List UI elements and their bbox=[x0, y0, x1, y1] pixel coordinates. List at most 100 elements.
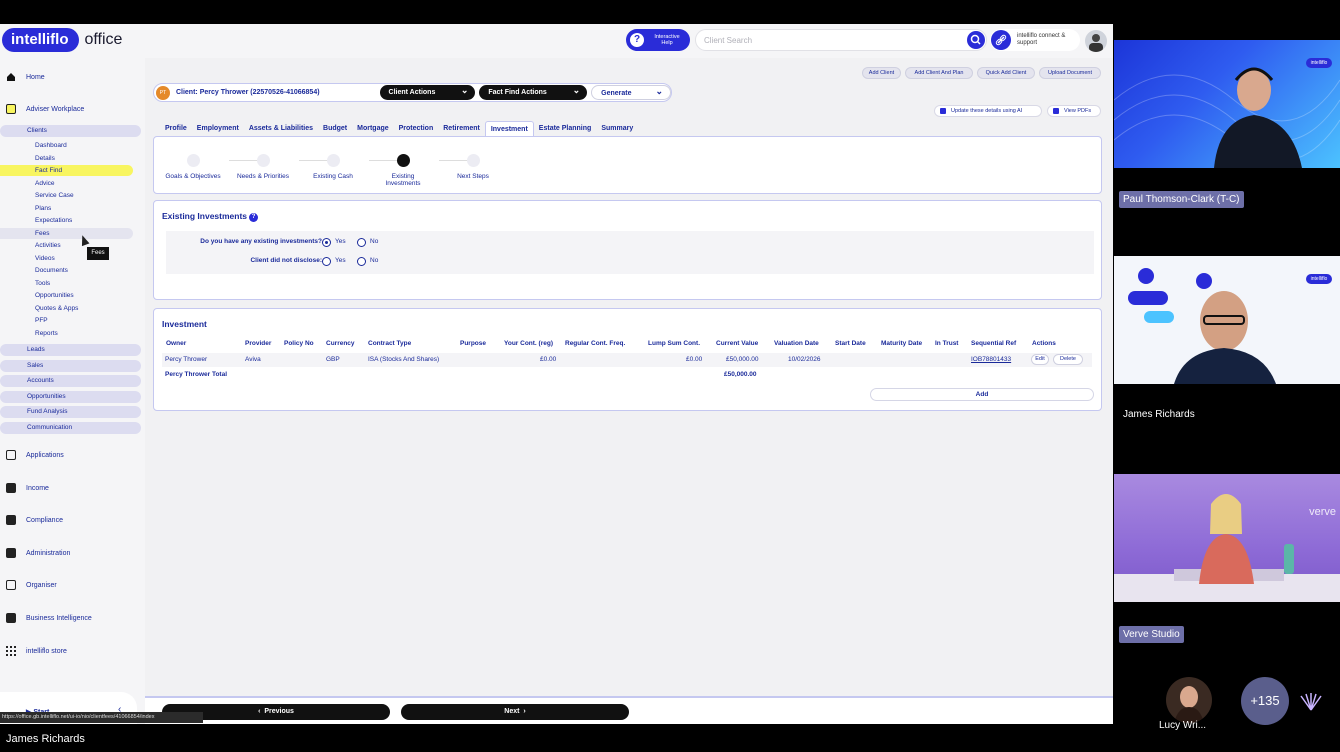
sidebar-section-opportunities[interactable]: Opportunities bbox=[0, 391, 141, 403]
sidebar-section-fund-analysis[interactable]: Fund Analysis bbox=[0, 406, 141, 418]
sequential-ref-link[interactable]: IOB78801433 bbox=[971, 356, 1011, 363]
help-icon[interactable]: ? bbox=[249, 213, 259, 222]
sidebar-item-applications[interactable]: Applications bbox=[0, 445, 64, 465]
sidebar-label: Income bbox=[26, 484, 49, 492]
sidebar-sub-reports[interactable]: Reports bbox=[0, 328, 133, 339]
intelliflo-logo[interactable]: intelliflo office bbox=[2, 28, 122, 52]
sidebar-section-communication[interactable]: Communication bbox=[0, 422, 141, 434]
more-participants-button[interactable]: +135 bbox=[1241, 677, 1289, 725]
delete-button[interactable]: Delete bbox=[1053, 354, 1083, 365]
sidebar-item-store[interactable]: intelliflo store bbox=[0, 641, 67, 661]
sidebar-item-adviser-workplace[interactable]: Adviser Workplace bbox=[0, 99, 84, 119]
client-actions-dropdown[interactable]: Client Actions bbox=[379, 83, 476, 100]
sidebar-item-organiser[interactable]: Organiser bbox=[0, 575, 57, 595]
sidebar-sub-fact-find[interactable]: Fact Find bbox=[0, 165, 133, 176]
sidebar-sub-advice[interactable]: Advice bbox=[0, 178, 133, 189]
verve-logo-icon bbox=[1296, 692, 1326, 712]
step-existing-investments[interactable]: Existing Investments bbox=[368, 154, 438, 187]
view-pdfs-button[interactable]: View PDFs bbox=[1047, 105, 1101, 117]
tab-summary[interactable]: Summary bbox=[596, 121, 638, 136]
step-next-steps[interactable]: Next Steps bbox=[438, 154, 508, 180]
col-header: Purpose bbox=[460, 340, 487, 347]
sidebar-section-clients[interactable]: Clients bbox=[0, 125, 141, 137]
no-label: No bbox=[370, 257, 379, 264]
question-label: Client did not disclose: bbox=[250, 257, 322, 264]
sidebar-label: Organiser bbox=[26, 581, 57, 589]
question-panel: Do you have any existing investments? Ye… bbox=[166, 231, 1094, 274]
sidebar-item-home[interactable]: Home bbox=[0, 67, 45, 87]
sidebar-sub-quotes-apps[interactable]: Quotes & Apps bbox=[0, 303, 133, 314]
sidebar-item-business-intelligence[interactable]: Business Intelligence bbox=[0, 608, 92, 628]
update-details-ai-button[interactable]: Update these details using AI bbox=[934, 105, 1042, 117]
sidebar-sub-expectations[interactable]: Expectations bbox=[0, 215, 133, 226]
tab-budget[interactable]: Budget bbox=[318, 121, 352, 136]
cell-your-cont: £0.00 bbox=[540, 356, 557, 363]
client-search-input[interactable]: Client Search bbox=[695, 29, 987, 51]
investment-card: Investment Owner Provider Policy No Curr… bbox=[153, 308, 1102, 411]
sidebar-sub-pfp[interactable]: PFP bbox=[0, 315, 133, 326]
workplace-icon bbox=[6, 104, 16, 114]
sidebar-section-accounts[interactable]: Accounts bbox=[0, 375, 141, 387]
sidebar-sub-videos[interactable]: Videos bbox=[0, 253, 133, 264]
participant-video-verve bbox=[1114, 494, 1340, 602]
fact-find-tabs: Profile Employment Assets & Liabilities … bbox=[160, 121, 638, 136]
tab-profile[interactable]: Profile bbox=[160, 121, 192, 136]
tab-mortgage[interactable]: Mortgage bbox=[352, 121, 394, 136]
sidebar-item-income[interactable]: Income bbox=[0, 478, 49, 498]
video-tile-james[interactable]: intelliflo bbox=[1114, 256, 1340, 384]
search-icon[interactable] bbox=[967, 31, 985, 49]
step-goals-objectives[interactable]: Goals & Objectives bbox=[158, 154, 228, 180]
quick-add-client-button[interactable]: Quick Add Client bbox=[977, 67, 1035, 79]
tab-protection[interactable]: Protection bbox=[394, 121, 439, 136]
sidebar-sub-dashboard[interactable]: Dashboard bbox=[0, 140, 133, 151]
interactive-help-button[interactable]: ? Interactive Help bbox=[626, 29, 690, 51]
yes-radio[interactable] bbox=[322, 257, 331, 266]
add-client-and-plan-button[interactable]: Add Client And Plan bbox=[905, 67, 973, 79]
user-avatar[interactable] bbox=[1085, 30, 1107, 52]
tab-estate-planning[interactable]: Estate Planning bbox=[534, 121, 597, 136]
video-tile-paul[interactable]: intelliflo bbox=[1114, 40, 1340, 168]
generate-dropdown[interactable]: Generate bbox=[591, 84, 671, 100]
sidebar-sub-documents[interactable]: Documents bbox=[0, 265, 133, 276]
yes-radio[interactable] bbox=[322, 238, 331, 247]
next-button[interactable]: Next › bbox=[401, 704, 629, 720]
sidebar-sub-opportunities[interactable]: Opportunities bbox=[0, 290, 133, 301]
tab-assets-liabilities[interactable]: Assets & Liabilities bbox=[244, 121, 318, 136]
sidebar-section-leads[interactable]: Leads bbox=[0, 344, 141, 356]
step-needs-priorities[interactable]: Needs & Priorities bbox=[228, 154, 298, 180]
no-radio[interactable] bbox=[357, 238, 366, 247]
sidebar-sub-fees[interactable]: Fees bbox=[0, 228, 133, 239]
fact-find-actions-dropdown[interactable]: Fact Find Actions bbox=[479, 83, 588, 100]
sidebar-item-administration[interactable]: Administration bbox=[0, 543, 70, 563]
step-existing-cash[interactable]: Existing Cash bbox=[298, 154, 368, 180]
no-radio[interactable] bbox=[357, 257, 366, 266]
home-icon bbox=[7, 73, 15, 81]
sidebar-sub-activities[interactable]: Activities bbox=[0, 240, 133, 251]
tab-retirement[interactable]: Retirement bbox=[438, 121, 485, 136]
upload-document-button[interactable]: Upload Document bbox=[1039, 67, 1101, 79]
sidebar-item-compliance[interactable]: Compliance bbox=[0, 510, 63, 530]
sidebar-sub-service-case[interactable]: Service Case bbox=[0, 190, 133, 201]
existing-investments-card: Existing Investments? Do you have any ex… bbox=[153, 200, 1102, 300]
client-selector[interactable]: Client: Percy Thrower (22570526-41066854… bbox=[176, 89, 376, 96]
cell-currency: GBP bbox=[326, 356, 340, 363]
col-header: Lump Sum Cont. bbox=[648, 340, 700, 347]
total-label: Percy Thrower Total bbox=[165, 371, 228, 378]
participant-avatar-lucy[interactable] bbox=[1166, 677, 1212, 723]
sidebar-sub-tools[interactable]: Tools bbox=[0, 278, 133, 289]
video-tile-verve[interactable]: verve bbox=[1114, 474, 1340, 602]
sidebar-sub-details[interactable]: Details bbox=[0, 153, 133, 164]
sidebar-sub-plans[interactable]: Plans bbox=[0, 203, 133, 214]
add-investment-button[interactable]: Add bbox=[870, 388, 1094, 401]
add-client-button[interactable]: Add Client bbox=[862, 67, 901, 79]
folder-icon bbox=[6, 450, 16, 460]
step-icon bbox=[326, 154, 340, 167]
sidebar-label: Adviser Workplace bbox=[26, 105, 85, 113]
client-bar: PT Client: Percy Thrower (22570526-41066… bbox=[153, 83, 672, 102]
sidebar-section-sales[interactable]: Sales bbox=[0, 360, 141, 372]
tab-investment[interactable]: Investment bbox=[484, 121, 534, 136]
status-url: https://office.gb.intelliflo.net/ui-io/n… bbox=[0, 712, 203, 723]
tab-employment[interactable]: Employment bbox=[192, 121, 244, 136]
connect-support-button[interactable]: intelliflo connect & support bbox=[990, 29, 1080, 51]
edit-button[interactable]: Edit bbox=[1031, 354, 1049, 365]
